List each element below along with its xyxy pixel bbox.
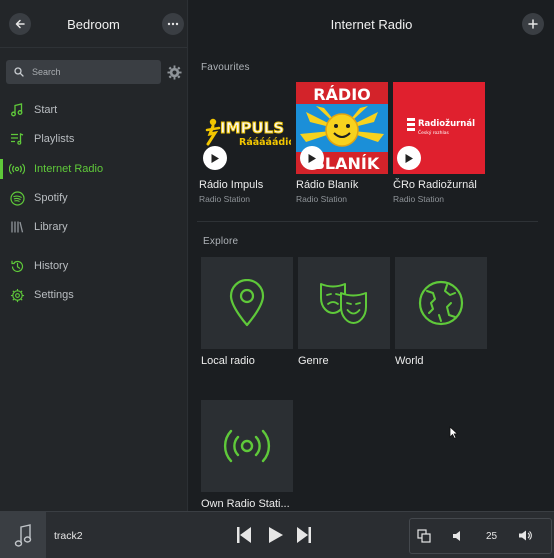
main-panel: Internet Radio Favourites IMPULS Rááááád… xyxy=(189,0,554,511)
group-rooms-icon[interactable] xyxy=(417,529,431,543)
favourite-station-card[interactable]: IMPULS Rááááádio Rádio Impuls Radio Stat… xyxy=(199,82,291,204)
sidebar-item-history[interactable]: History xyxy=(0,253,188,279)
main-header: Internet Radio xyxy=(189,0,554,48)
explore-heading: Explore xyxy=(203,236,239,247)
radio-waves-icon xyxy=(9,161,25,177)
play-icon[interactable] xyxy=(268,526,284,544)
sidebar-item-spotify[interactable]: Spotify xyxy=(0,185,188,211)
sidebar: Bedroom Search Start Playlists Internet … xyxy=(0,0,188,511)
page-title: Internet Radio xyxy=(330,16,413,32)
explore-tile-local-radio[interactable]: Local radio xyxy=(201,257,293,367)
sidebar-item-library[interactable]: Library xyxy=(0,214,188,240)
search-input[interactable]: Search xyxy=(6,60,161,84)
favourite-station-card[interactable]: Radiožurnál Český rozhlas ČRo Radiožurná… xyxy=(393,82,485,204)
mouse-cursor-icon xyxy=(449,426,458,439)
favourite-station-card[interactable]: RÁDIO BLANÍK Rádio Blaník Radio Station xyxy=(296,82,388,204)
tile-label: Own Radio Stati... xyxy=(201,498,290,510)
play-button[interactable] xyxy=(300,146,324,170)
now-playing-artwork[interactable] xyxy=(0,512,46,558)
playlist-icon xyxy=(9,131,25,147)
search-placeholder: Search xyxy=(32,67,61,77)
spotify-icon xyxy=(9,190,25,206)
location-pin-icon xyxy=(229,279,265,327)
explore-tile-genre[interactable]: Genre xyxy=(298,257,390,367)
volume-down-icon[interactable] xyxy=(452,530,462,542)
next-track-icon[interactable] xyxy=(296,526,312,544)
volume-up-icon[interactable] xyxy=(518,529,532,542)
station-logo: IMPULS Rááááádio xyxy=(199,82,291,174)
history-icon xyxy=(9,258,25,274)
impuls-logo-subtext: Rááááádio xyxy=(239,137,291,148)
station-name: ČRo Radiožurnál xyxy=(393,179,477,191)
blanik-logo-top: RÁDIO xyxy=(313,85,371,104)
station-type: Radio Station xyxy=(199,194,251,204)
station-name: Rádio Impuls xyxy=(199,179,264,191)
sidebar-item-internet-radio[interactable]: Internet Radio xyxy=(0,156,188,182)
play-icon xyxy=(405,153,413,163)
sidebar-item-label: Settings xyxy=(34,289,74,301)
section-divider xyxy=(197,221,538,222)
play-icon xyxy=(308,153,316,163)
player-bar: track2 25 xyxy=(0,511,554,558)
volume-level: 25 xyxy=(486,531,498,542)
search-settings-gear-icon[interactable] xyxy=(167,65,182,80)
previous-track-icon[interactable] xyxy=(236,526,252,544)
sidebar-item-label: Spotify xyxy=(34,192,68,204)
sidebar-item-label: Internet Radio xyxy=(34,163,104,175)
tile-label: World xyxy=(395,355,424,367)
tile-box xyxy=(201,257,293,349)
station-type: Radio Station xyxy=(296,194,348,204)
arrow-left-icon xyxy=(15,19,25,29)
add-station-button[interactable] xyxy=(522,13,544,35)
back-button[interactable] xyxy=(9,13,31,35)
station-name: Rádio Blaník xyxy=(296,179,359,191)
favourites-heading: Favourites xyxy=(201,62,250,73)
station-type: Radio Station xyxy=(393,194,445,204)
more-options-button[interactable] xyxy=(162,13,184,35)
station-logo: RÁDIO BLANÍK xyxy=(296,82,388,174)
sidebar-item-label: History xyxy=(34,260,69,272)
station-logo: Radiožurnál Český rozhlas xyxy=(393,82,485,174)
play-icon xyxy=(211,153,219,163)
impuls-logo-text: IMPULS xyxy=(220,119,284,137)
sidebar-item-start[interactable]: Start xyxy=(0,97,188,123)
gear-icon xyxy=(9,287,25,303)
sidebar-item-playlists[interactable]: Playlists xyxy=(0,126,188,152)
tile-box xyxy=(298,257,390,349)
globe-icon xyxy=(418,280,464,326)
sidebar-item-label: Library xyxy=(34,221,68,233)
explore-tile-own-radio-stations[interactable]: Own Radio Stati... xyxy=(201,400,293,510)
library-icon xyxy=(9,219,25,235)
radiozurnal-logo-subtext: Český rozhlas xyxy=(418,129,450,136)
theater-masks-icon xyxy=(320,283,367,324)
tile-box xyxy=(201,400,293,492)
sidebar-item-label: Playlists xyxy=(34,133,75,145)
tile-box xyxy=(395,257,487,349)
now-playing-track: track2 xyxy=(54,530,83,542)
broadcast-icon xyxy=(223,429,271,463)
sidebar-header: Bedroom xyxy=(0,0,187,48)
plus-icon xyxy=(528,19,538,29)
active-indicator xyxy=(0,159,3,179)
music-note-icon xyxy=(14,523,32,547)
explore-tile-world[interactable]: World xyxy=(395,257,487,367)
tile-label: Local radio xyxy=(201,355,255,367)
radiozurnal-logo-text: Radiožurnál xyxy=(418,119,475,129)
tile-label: Genre xyxy=(298,355,329,367)
play-button[interactable] xyxy=(203,146,227,170)
play-button[interactable] xyxy=(397,146,421,170)
music-note-icon xyxy=(9,102,25,118)
search-icon xyxy=(14,67,24,77)
more-icon xyxy=(167,22,179,26)
sidebar-item-label: Start xyxy=(34,104,58,116)
header-divider xyxy=(0,47,187,48)
sidebar-item-settings[interactable]: Settings xyxy=(0,282,188,308)
